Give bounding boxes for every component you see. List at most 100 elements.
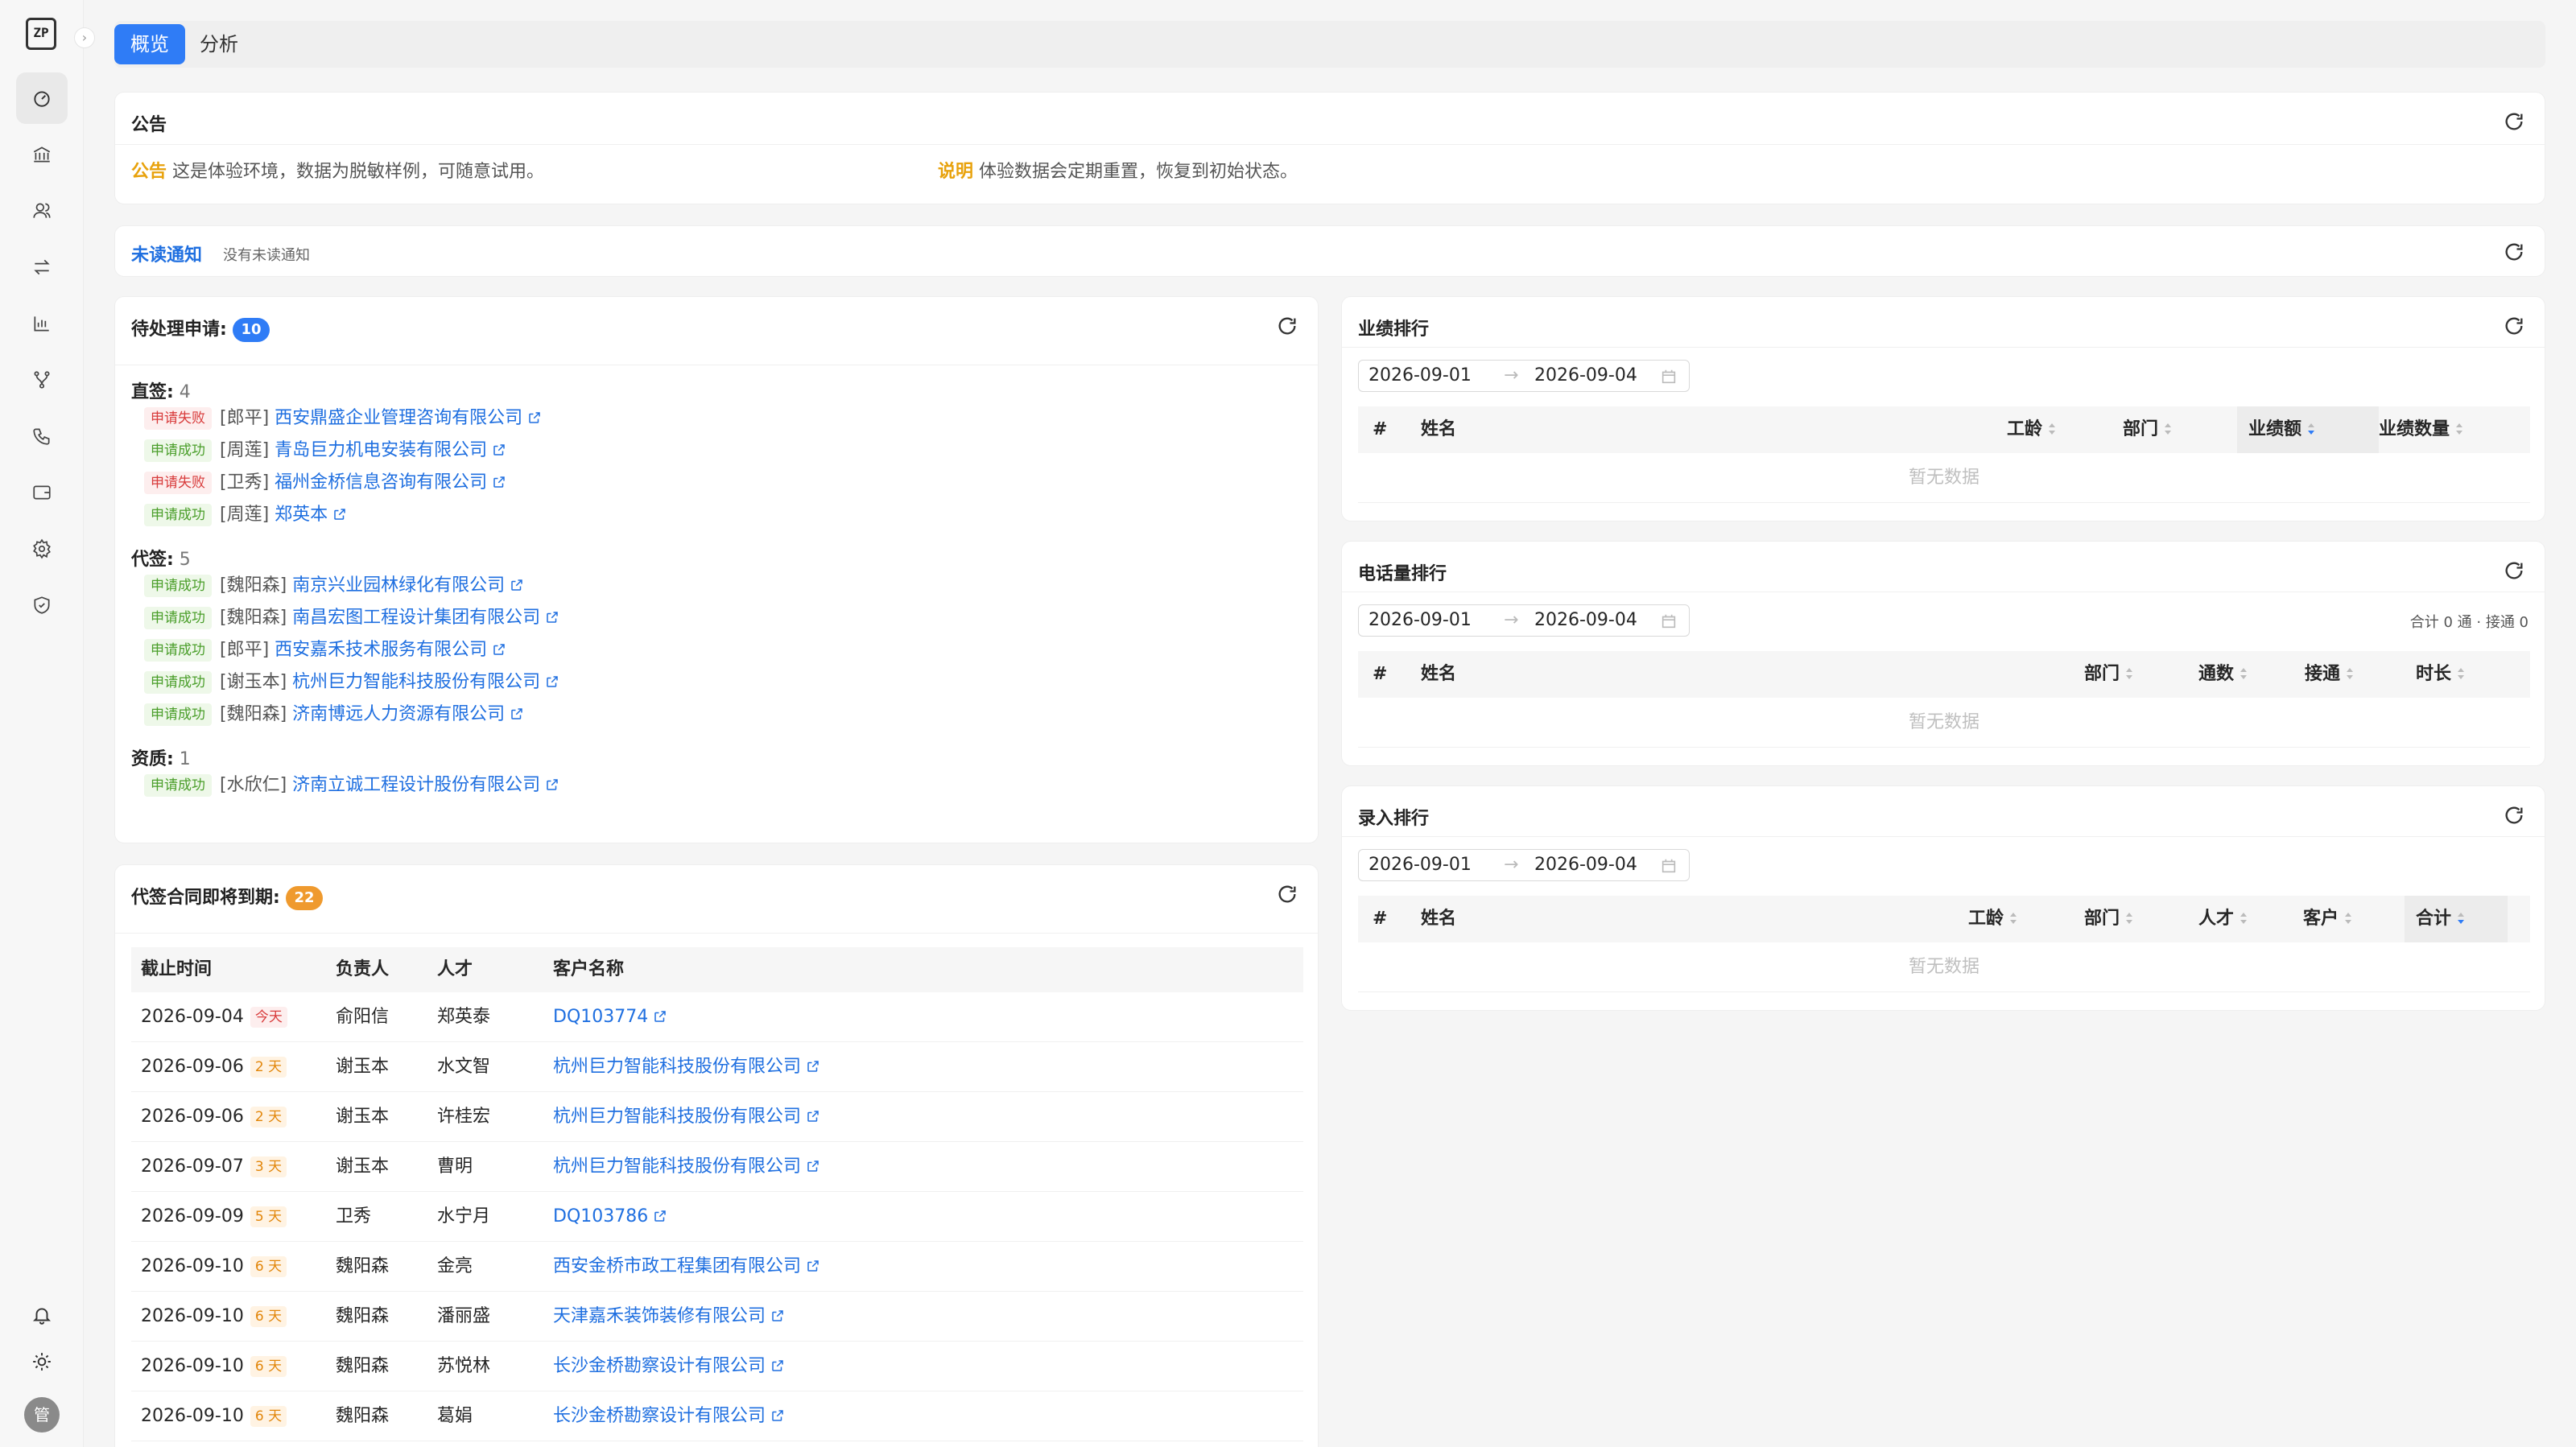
transfer-icon[interactable] [16,241,68,293]
external-link-icon[interactable] [653,1209,667,1223]
external-link-icon[interactable] [492,443,506,457]
calendar-icon[interactable] [1660,857,1678,875]
external-link-icon[interactable] [510,578,524,592]
client-link[interactable]: 长沙金桥勘察设计有限公司 [553,1406,766,1426]
column-header[interactable]: 业绩额 [2237,406,2379,453]
sort-icon[interactable] [2456,910,2466,926]
sort-icon[interactable] [2239,666,2248,682]
application-row[interactable]: 申请成功 [魏阳森] 南京兴业园林绿化有限公司 [144,572,524,600]
company-link[interactable]: 南京兴业园林绿化有限公司 [292,575,505,596]
avatar[interactable]: 管 [24,1397,60,1433]
refresh-icon[interactable] [1276,883,1298,905]
column-header[interactable]: 工龄 [1968,896,2049,942]
company-link[interactable]: 西安嘉禾技术服务有限公司 [275,640,487,660]
start-date[interactable]: 2026-09-01 [1368,605,1472,636]
client-link[interactable]: 杭州巨力智能科技股份有限公司 [553,1156,801,1177]
column-header[interactable]: 工龄 [2007,406,2087,453]
column-header[interactable]: 人才 [2198,896,2279,942]
application-row[interactable]: 申请成功 [周莲] 郑英本 [144,501,347,529]
column-header[interactable]: 通数 [2198,651,2279,698]
external-link-icon[interactable] [770,1309,785,1323]
settings-icon[interactable] [16,523,68,575]
company-link[interactable]: 济南立诚工程设计股份有限公司 [292,775,540,795]
column-header[interactable]: 业绩数量 [2379,406,2508,453]
users-icon[interactable] [16,185,68,237]
sort-icon[interactable] [2124,666,2134,682]
bank-icon[interactable] [16,129,68,180]
dashboard-icon[interactable] [16,72,68,124]
application-row[interactable]: 申请成功 [魏阳森] 济南博远人力资源有限公司 [144,701,524,728]
external-link-icon[interactable] [653,1009,667,1024]
external-link-icon[interactable] [492,475,506,489]
sort-icon[interactable] [2047,421,2057,437]
client-link[interactable]: 杭州巨力智能科技股份有限公司 [553,1107,801,1127]
company-link[interactable]: 郑英本 [275,505,328,525]
application-row[interactable]: 申请成功 [魏阳森] 南昌宏图工程设计集团有限公司 [144,604,559,632]
column-header[interactable]: 部门 [2084,896,2165,942]
client-link[interactable]: 杭州巨力智能科技股份有限公司 [553,1057,801,1077]
wallet-icon[interactable] [16,467,68,518]
sort-icon[interactable] [2345,666,2355,682]
external-link-icon[interactable] [806,1159,820,1173]
refresh-icon[interactable] [2503,241,2525,263]
external-link-icon[interactable] [545,777,559,792]
company-link[interactable]: 青岛巨力机电安装有限公司 [275,440,487,460]
end-date[interactable]: 2026-09-04 [1534,605,1637,636]
sort-icon[interactable] [2239,910,2248,926]
end-date[interactable]: 2026-09-04 [1534,850,1637,880]
sun-icon[interactable] [16,1336,68,1387]
column-header[interactable]: 合计 [2405,896,2508,942]
tab-overview[interactable]: 概览 [114,24,185,64]
company-link[interactable]: 南昌宏图工程设计集团有限公司 [292,608,540,628]
client-link[interactable]: 长沙金桥勘察设计有限公司 [553,1356,766,1376]
client-link[interactable]: 西安金桥市政工程集团有限公司 [553,1256,801,1276]
company-link[interactable]: 济南博远人力资源有限公司 [292,704,505,724]
refresh-icon[interactable] [2503,559,2525,582]
company-link[interactable]: 福州金桥信息咨询有限公司 [275,472,487,493]
external-link-icon[interactable] [545,610,559,625]
client-link[interactable]: DQ103774 [553,1007,648,1027]
sort-icon[interactable] [2454,421,2464,437]
application-row[interactable]: 申请成功 [郎平] 西安嘉禾技术服务有限公司 [144,637,506,664]
tab-analysis[interactable]: 分析 [184,24,254,64]
application-row[interactable]: 申请成功 [谢玉本] 杭州巨力智能科技股份有限公司 [144,669,559,696]
sort-icon[interactable] [2008,910,2018,926]
column-header[interactable]: 时长 [2416,651,2496,698]
phone-icon[interactable] [16,410,68,462]
external-link-icon[interactable] [332,507,347,521]
application-row[interactable]: 申请成功 [周莲] 青岛巨力机电安装有限公司 [144,437,506,464]
branch-icon[interactable] [16,354,68,406]
start-date[interactable]: 2026-09-01 [1368,361,1472,391]
client-link[interactable]: DQ103786 [553,1206,648,1226]
external-link-icon[interactable] [492,642,506,657]
refresh-icon[interactable] [2503,804,2525,827]
date-range-picker[interactable]: 2026-09-01 → 2026-09-04 [1358,849,1690,881]
end-date[interactable]: 2026-09-04 [1534,361,1637,391]
shield-icon[interactable] [16,579,68,631]
external-link-icon[interactable] [770,1408,785,1423]
logo[interactable]: ZP [26,18,56,50]
external-link-icon[interactable] [770,1358,785,1373]
calendar-icon[interactable] [1660,368,1678,385]
bar-chart-icon[interactable] [16,298,68,349]
unread-notice-link[interactable]: 未读通知 [131,241,202,266]
column-header[interactable]: 部门 [2123,406,2203,453]
client-link[interactable]: 天津嘉禾装饰装修有限公司 [553,1306,766,1326]
refresh-icon[interactable] [2503,315,2525,337]
column-header[interactable]: 部门 [2084,651,2165,698]
application-row[interactable]: 申请成功 [水欣仁] 济南立诚工程设计股份有限公司 [144,772,559,799]
external-link-icon[interactable] [806,1059,820,1074]
date-range-picker[interactable]: 2026-09-01 → 2026-09-04 [1358,604,1690,637]
start-date[interactable]: 2026-09-01 [1368,850,1472,880]
calendar-icon[interactable] [1660,612,1678,630]
application-row[interactable]: 申请失败 [郎平] 西安鼎盛企业管理咨询有限公司 [144,405,542,432]
external-link-icon[interactable] [806,1109,820,1123]
column-header[interactable]: 接通 [2305,651,2385,698]
sidebar-collapse-button[interactable]: › [74,27,95,48]
sort-icon[interactable] [2343,910,2353,926]
external-link-icon[interactable] [806,1259,820,1273]
external-link-icon[interactable] [527,410,542,425]
sort-icon[interactable] [2163,421,2173,437]
sort-icon[interactable] [2124,910,2134,926]
external-link-icon[interactable] [510,707,524,721]
